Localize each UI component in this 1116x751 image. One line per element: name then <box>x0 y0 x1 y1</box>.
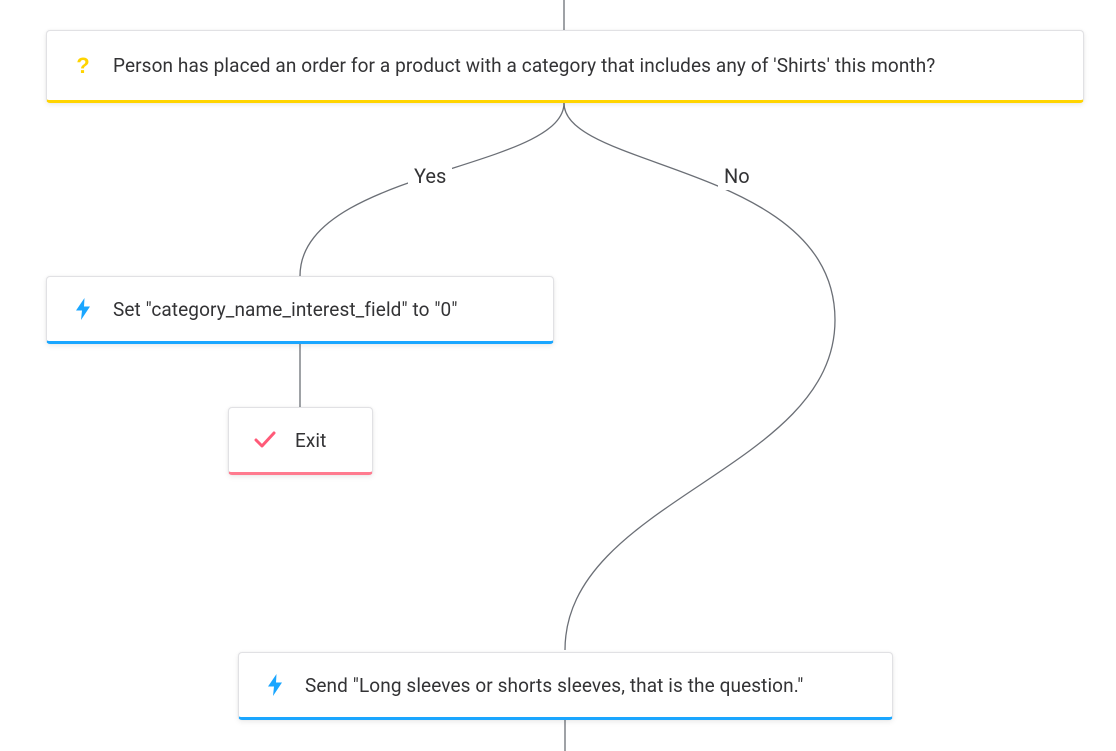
branch-label-no: No <box>718 162 756 190</box>
action-send-node[interactable]: Send "Long sleeves or shorts sleeves, th… <box>238 652 893 720</box>
condition-text: Person has placed an order for a product… <box>113 54 935 77</box>
action-set-node[interactable]: Set "category_name_interest_field" to "0… <box>46 276 554 344</box>
question-mark-icon: ? <box>71 53 95 79</box>
action-set-text: Set "category_name_interest_field" to "0… <box>113 298 458 321</box>
lightning-bolt-icon <box>263 674 287 696</box>
condition-node[interactable]: ? Person has placed an order for a produ… <box>46 30 1084 103</box>
branch-label-yes: Yes <box>408 162 452 190</box>
exit-text: Exit <box>295 429 326 452</box>
exit-node[interactable]: Exit <box>228 407 373 475</box>
check-mark-icon <box>253 431 277 449</box>
lightning-bolt-icon <box>71 298 95 320</box>
flow-diagram-canvas: ? Person has placed an order for a produ… <box>0 0 1116 751</box>
action-send-text: Send "Long sleeves or shorts sleeves, th… <box>305 674 803 697</box>
connectors-svg <box>0 0 1116 751</box>
